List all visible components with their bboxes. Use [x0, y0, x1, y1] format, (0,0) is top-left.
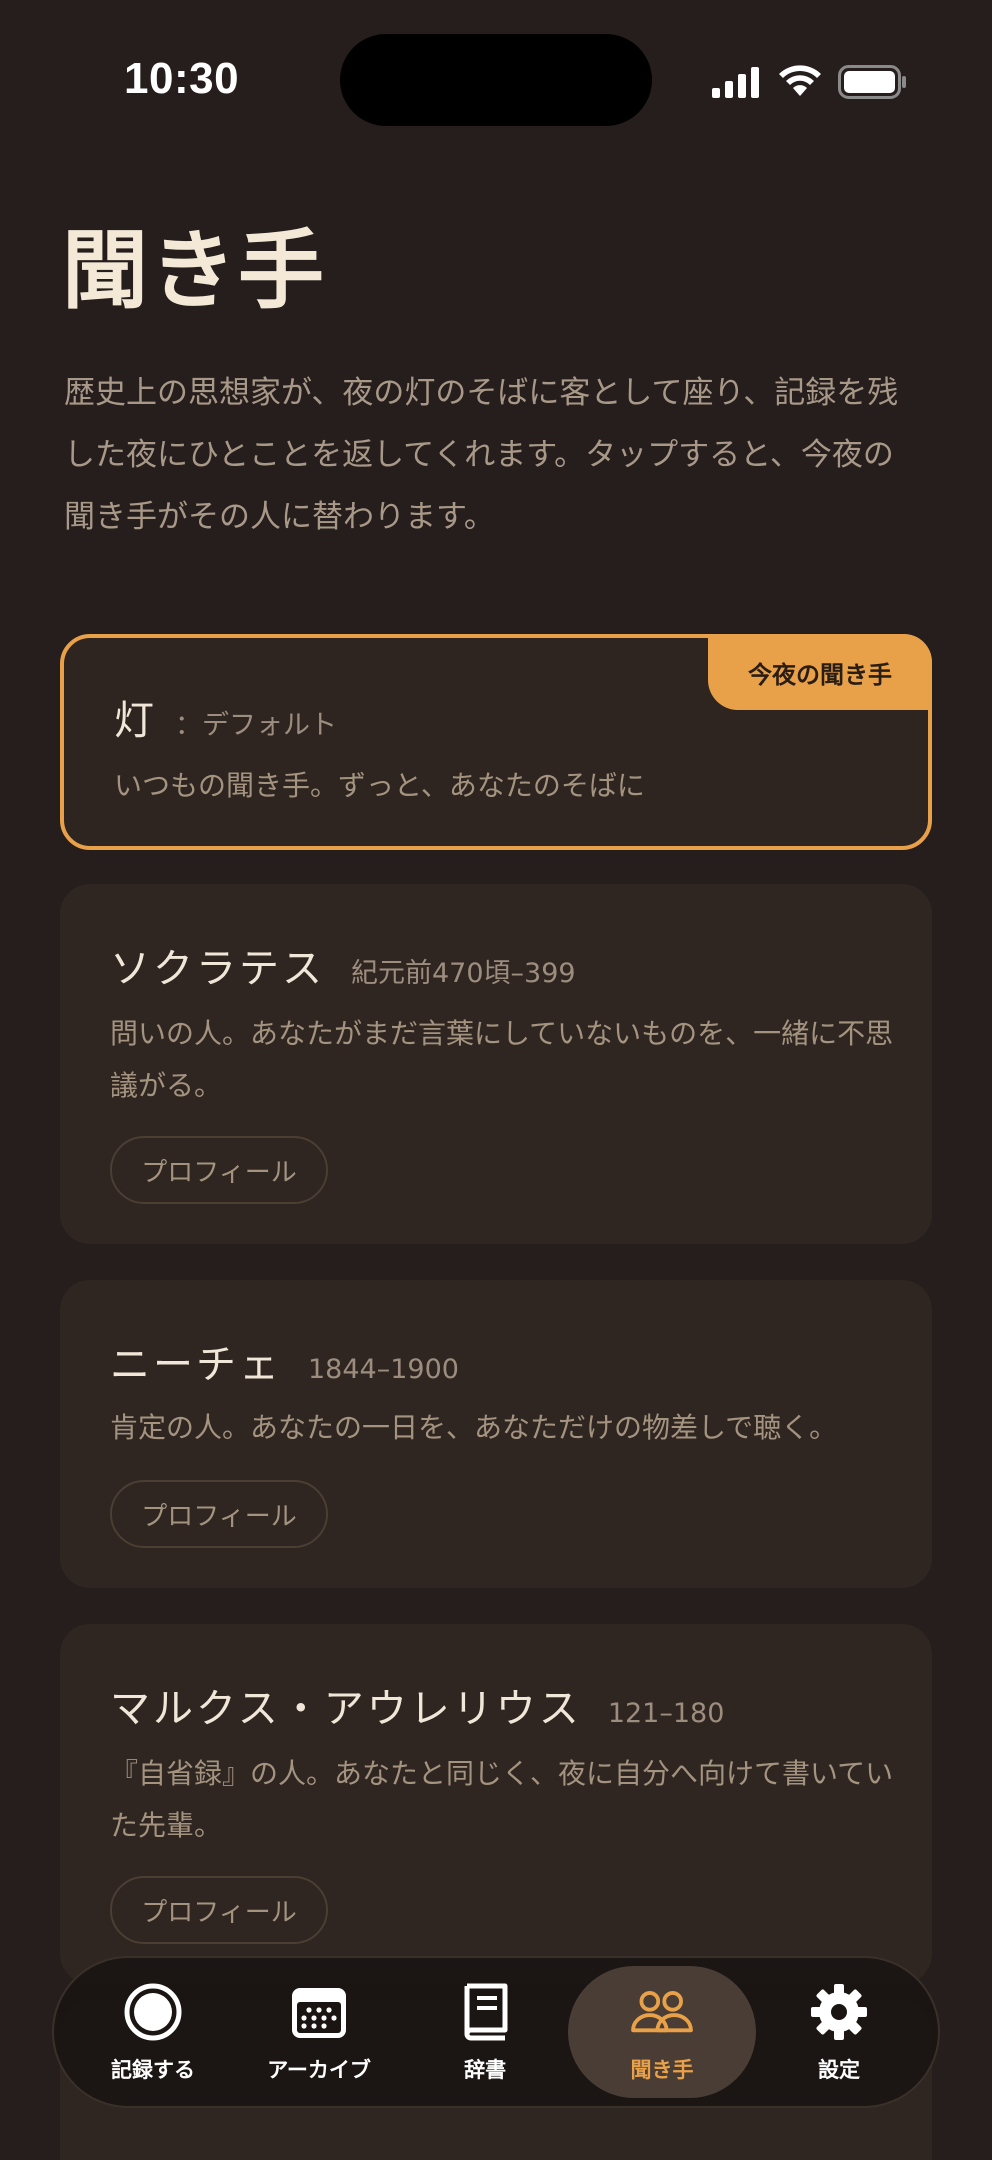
tonight-listener-badge: 今夜の聞き手	[708, 634, 932, 710]
tab-bar: 記録する アーカイブ 辞書 聞き手 設定	[52, 1956, 940, 2108]
listener-meta: 121–180	[607, 1698, 725, 1729]
tab-listeners[interactable]: 聞き手	[568, 1966, 756, 2098]
tab-dictionary[interactable]: 辞書	[402, 1966, 568, 2098]
listener-name: ソクラテス	[110, 946, 325, 992]
tab-settings[interactable]: 設定	[756, 1966, 922, 2098]
listener-name: ニーチェ	[110, 1342, 282, 1388]
profile-button[interactable]: プロフィール	[110, 1876, 328, 1944]
listener-desc: 肯定の人。あなたの一日を、あなただけの物差しで聴く。	[110, 1411, 838, 1444]
tab-label: 設定	[817, 2058, 860, 2082]
card-header: ニーチェ 1844–1900	[110, 1332, 459, 1390]
status-icons	[710, 62, 908, 102]
status-time: 10:30	[124, 54, 240, 103]
book-icon	[453, 1980, 517, 2044]
listener-name: マルクス・アウレリウス	[110, 1686, 582, 1732]
intro-text: 歴史上の思想家が、夜の灯のそばに客として座り、記録を残した夜にひとことを返してく…	[64, 375, 899, 535]
tab-label: 辞書	[464, 2058, 507, 2082]
calendar-icon	[287, 1980, 351, 2044]
listener-card-akari[interactable]: 今夜の聞き手 灯 ：デフォルト いつもの聞き手。ずっと、あなたのそばに	[60, 634, 932, 850]
card-header: マルクス・アウレリウス 121–180	[110, 1676, 724, 1734]
listener-desc: 『自省録』の人。あなたと同じく、夜に自分へ向けて書いていた先輩。	[110, 1757, 894, 1842]
tab-label: 記録する	[111, 2058, 196, 2082]
status-bar: 10:30	[0, 0, 992, 160]
battery-icon	[838, 65, 906, 99]
listener-meta: 1844–1900	[308, 1354, 459, 1385]
listener-card-socrates[interactable]: ソクラテス 紀元前470頃–399 問いの人。あなたがまだ言葉にしていないものを…	[60, 884, 932, 1244]
tab-record[interactable]: 記録する	[70, 1966, 236, 2098]
profile-button[interactable]: プロフィール	[110, 1136, 328, 1204]
listener-name: 灯	[114, 698, 157, 744]
page-title: 聞き手	[62, 220, 326, 321]
listener-desc: いつもの聞き手。ずっと、あなたのそばに	[114, 769, 645, 802]
listener-card-marcus-aurelius[interactable]: マルクス・アウレリウス 121–180 『自省録』の人。あなたと同じく、夜に自分…	[60, 1624, 932, 1984]
tab-label: 聞き手	[630, 2058, 694, 2082]
people-icon	[630, 1980, 694, 2044]
wifi-icon	[779, 65, 821, 96]
listener-meta: 紀元前470頃–399	[351, 958, 576, 989]
listener-card-nietzsche[interactable]: ニーチェ 1844–1900 肯定の人。あなたの一日を、あなただけの物差しで聴く…	[60, 1280, 932, 1588]
tab-archive[interactable]: アーカイブ	[236, 1966, 402, 2098]
signal-icon	[712, 67, 759, 98]
gear-icon	[807, 1980, 871, 2044]
listener-meta: ：デフォルト	[175, 710, 337, 741]
record-icon	[121, 1980, 185, 2044]
card-header: 灯 ：デフォルト	[114, 688, 337, 746]
dynamic-island	[340, 34, 652, 126]
listener-desc: 問いの人。あなたがまだ言葉にしていないものを、一緒に不思議がる。	[110, 1017, 894, 1102]
profile-button[interactable]: プロフィール	[110, 1480, 328, 1548]
tab-label: アーカイブ	[267, 2058, 371, 2082]
card-header: ソクラテス 紀元前470頃–399	[110, 936, 576, 994]
